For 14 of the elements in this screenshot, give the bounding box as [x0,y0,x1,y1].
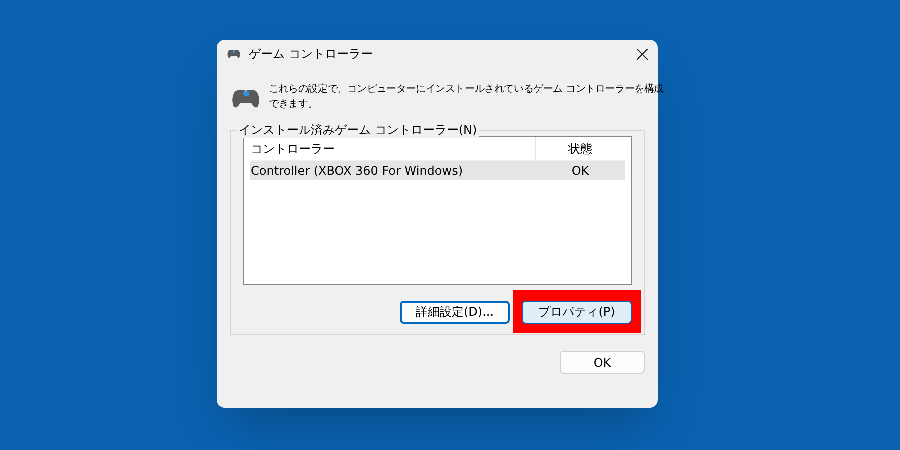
group-label: インストール済みゲーム コントローラー(N) [237,122,480,138]
gamepad-icon [231,90,261,110]
window-title: ゲーム コントローラー [249,46,373,63]
gamepad-icon [227,50,241,58]
ok-button[interactable]: OK [560,351,645,374]
close-icon[interactable] [637,48,648,60]
description-text: できます。 [269,98,320,112]
dialog-button[interactable]: プロパティ(P) [522,300,632,324]
column-header[interactable]: 状態 [536,140,625,158]
table-cell-text: OK [570,162,590,180]
dialog-button[interactable]: 詳細設定(D)... [400,300,510,324]
table-cell-text: Controller (XBOX 360 For Windows) [250,162,464,180]
controller-row[interactable]: Controller (XBOX 360 For Windows) OK [250,161,625,180]
column-header[interactable]: コントローラー [250,137,536,160]
